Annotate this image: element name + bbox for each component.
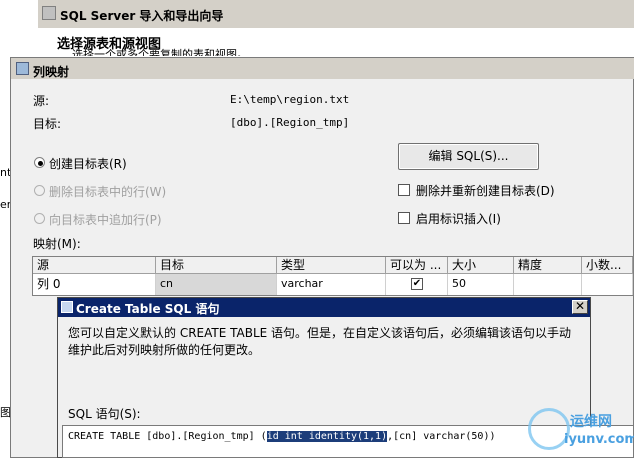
mappings-label: 映射(M):: [33, 237, 81, 251]
sql-suffix: ,[cn] varchar(50)): [387, 431, 496, 442]
drop-recreate-label[interactable]: 删除并重新创建目标表(D): [416, 182, 555, 199]
sql-description: 您可以自定义默认的 CREATE TABLE 语句。但是，在自定义该语句后，必须…: [68, 326, 572, 357]
delete-rows-radio[interactable]: [34, 185, 45, 196]
column-header-size[interactable]: 大小: [448, 257, 514, 274]
cell-scale[interactable]: [582, 274, 633, 295]
source-value: E:\temp\region.txt: [230, 93, 350, 106]
column-header-source[interactable]: 源: [33, 257, 156, 274]
delete-rows-label[interactable]: 删除目标表中的行(W): [49, 183, 166, 200]
destination-label: 目标:: [33, 117, 62, 131]
cell-size[interactable]: 50: [448, 274, 514, 295]
sql-prefix: CREATE TABLE [dbo].[Region_tmp] (: [68, 431, 267, 442]
append-rows-label[interactable]: 向目标表中追加行(P): [49, 211, 162, 228]
column-header-scale[interactable]: 小数...: [582, 257, 633, 274]
create-table-label[interactable]: 创建目标表(R): [49, 155, 127, 172]
append-rows-radio[interactable]: [34, 213, 45, 224]
column-header-nullable[interactable]: 可以为 ...: [386, 257, 448, 274]
watermark-url: iyunv.com: [564, 432, 634, 447]
edit-sql-button[interactable]: 编辑 SQL(S)...: [398, 143, 539, 170]
create-table-radio[interactable]: [34, 157, 45, 168]
cell-precision[interactable]: [514, 274, 582, 295]
column-header-precision[interactable]: 精度: [514, 257, 582, 274]
nullable-checkbox[interactable]: ✔: [411, 278, 423, 290]
watermark-text: 运维网: [570, 414, 612, 430]
sql-statement-text[interactable]: CREATE TABLE [dbo].[Region_tmp] (id int …: [68, 431, 495, 442]
column-header-target[interactable]: 目标: [156, 257, 277, 274]
wizard-subheading: 选择一个或多个要复制的表和视图。: [72, 48, 248, 56]
wizard-title: SQL Server 导入和导出向导: [60, 9, 224, 23]
identity-insert-label[interactable]: 启用标识插入(I): [416, 210, 501, 227]
column-header-type[interactable]: 类型: [277, 257, 386, 274]
create-table-sql-title: Create Table SQL 语句: [76, 302, 220, 316]
destination-value: [dbo].[Region_tmp]: [230, 116, 350, 129]
sql-selected-text: id int identity(1,1): [266, 431, 388, 442]
dialog-icon: [61, 301, 73, 313]
cell-type[interactable]: varchar: [277, 274, 386, 295]
cell-nullable[interactable]: ✔: [386, 274, 448, 295]
column-mapping-title: 列映射: [33, 65, 70, 79]
cell-source: 列 0: [33, 274, 156, 295]
sql-statement-label: SQL 语句(S):: [68, 407, 141, 421]
identity-insert-checkbox[interactable]: [398, 212, 410, 224]
wizard-app-icon: [42, 6, 56, 20]
source-label: 源:: [33, 94, 50, 108]
drop-recreate-checkbox[interactable]: [398, 184, 410, 196]
dialog-icon: [16, 62, 29, 75]
close-icon[interactable]: ✕: [572, 300, 588, 314]
column-mapping-titlebar: [11, 58, 634, 79]
cell-target[interactable]: cn: [156, 274, 277, 295]
